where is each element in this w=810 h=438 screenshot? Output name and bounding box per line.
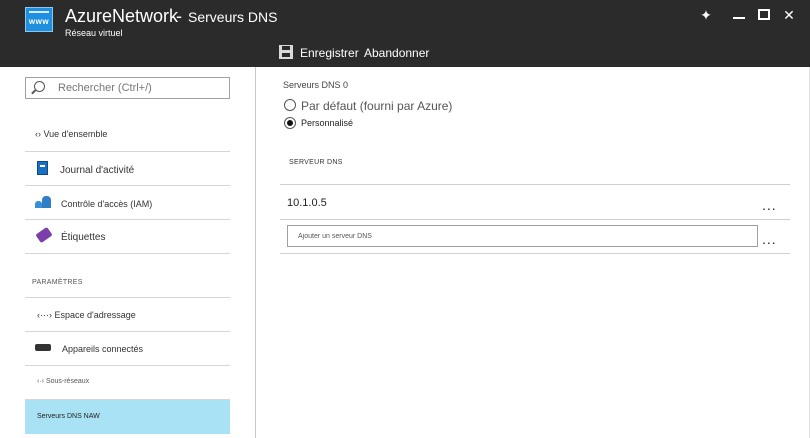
save-icon[interactable] bbox=[279, 45, 293, 59]
blade-title: Serveurs DNS bbox=[188, 9, 278, 25]
resource-menu: ‹› Vue d'ensemble Journal d'activité Con… bbox=[0, 67, 256, 438]
add-dns-server-input[interactable] bbox=[287, 225, 758, 247]
minimize-icon[interactable] bbox=[730, 6, 748, 24]
sidebar-item-label: Contrôle d'accès (IAM) bbox=[61, 199, 153, 209]
dns-servers-blade: Serveurs DNS 0 Par défaut (fourni par Az… bbox=[257, 67, 810, 438]
logo-text: www bbox=[28, 17, 50, 26]
blade-header: www AzureNetwork - Serveurs DNS Réseau v… bbox=[0, 0, 810, 67]
sidebar-item-activity-log[interactable]: Journal d'activité bbox=[25, 152, 230, 186]
search-input[interactable] bbox=[58, 80, 223, 96]
connected-devices-icon bbox=[35, 344, 51, 351]
virtual-network-logo-icon: www bbox=[25, 7, 53, 32]
sidebar-item-connected-devices[interactable]: Appareils connectés bbox=[25, 332, 230, 366]
maximize-icon[interactable] bbox=[755, 6, 773, 24]
sidebar-item-label: Étiquettes bbox=[61, 232, 106, 243]
save-button[interactable]: Enregistrer bbox=[300, 46, 359, 60]
sidebar-item-label: Appareils connectés bbox=[62, 344, 144, 354]
more-options-icon[interactable]: ... bbox=[762, 197, 777, 213]
sidebar-item-label: ‹·› Sous-réseaux bbox=[37, 378, 90, 385]
divider bbox=[280, 219, 790, 220]
sidebar-item-address-space[interactable]: ‹···› Espace d'adressage bbox=[25, 298, 230, 332]
dns-server-value[interactable]: 10.1.0.5 bbox=[287, 197, 327, 209]
sidebar-item-label: Serveurs DNS NAW bbox=[37, 413, 100, 420]
tag-icon bbox=[35, 226, 53, 244]
sidebar-item-overview[interactable]: ‹› Vue d'ensemble bbox=[25, 118, 230, 152]
sidebar-item-label: Journal d'activité bbox=[60, 165, 135, 176]
title-separator: - bbox=[176, 6, 182, 26]
radio-custom-dns[interactable] bbox=[284, 117, 296, 129]
azure-portal-window: www AzureNetwork - Serveurs DNS Réseau v… bbox=[0, 0, 810, 438]
divider bbox=[280, 253, 790, 254]
search-icon bbox=[34, 81, 45, 92]
sidebar-item-subnets[interactable]: ‹·› Sous-réseaux bbox=[25, 366, 230, 400]
sidebar-item-access-control[interactable]: Contrôle d'accès (IAM) bbox=[25, 186, 230, 220]
divider bbox=[280, 184, 790, 185]
close-icon[interactable]: ✕ bbox=[780, 6, 798, 24]
pin-icon[interactable]: ✦ bbox=[697, 6, 715, 24]
dns-server-column-header: SERVEUR DNS bbox=[289, 159, 343, 166]
resource-type-subtitle: Réseau virtuel bbox=[65, 28, 123, 38]
radio-custom-dns-label[interactable]: Personnalisé bbox=[301, 118, 353, 128]
more-options-icon[interactable]: ... bbox=[762, 231, 777, 247]
sidebar-item-dns-servers[interactable]: Serveurs DNS NAW bbox=[25, 400, 230, 434]
sidebar-item-label: ‹···› Espace d'adressage bbox=[37, 310, 136, 320]
activity-log-icon bbox=[37, 161, 48, 175]
dns-servers-section-title: Serveurs DNS 0 bbox=[283, 80, 349, 90]
radio-default-dns[interactable] bbox=[284, 99, 296, 111]
settings-section-header: PARAMÈTRES bbox=[32, 279, 83, 286]
sidebar-item-label: ‹› Vue d'ensemble bbox=[35, 129, 108, 139]
discard-button[interactable]: Abandonner bbox=[364, 46, 429, 60]
sidebar-item-tags[interactable]: Étiquettes bbox=[25, 220, 230, 254]
resource-title: AzureNetwork bbox=[65, 6, 179, 26]
radio-default-dns-label[interactable]: Par défaut (fourni par Azure) bbox=[301, 99, 452, 113]
search-box[interactable] bbox=[25, 77, 230, 99]
access-control-icon bbox=[35, 196, 51, 208]
